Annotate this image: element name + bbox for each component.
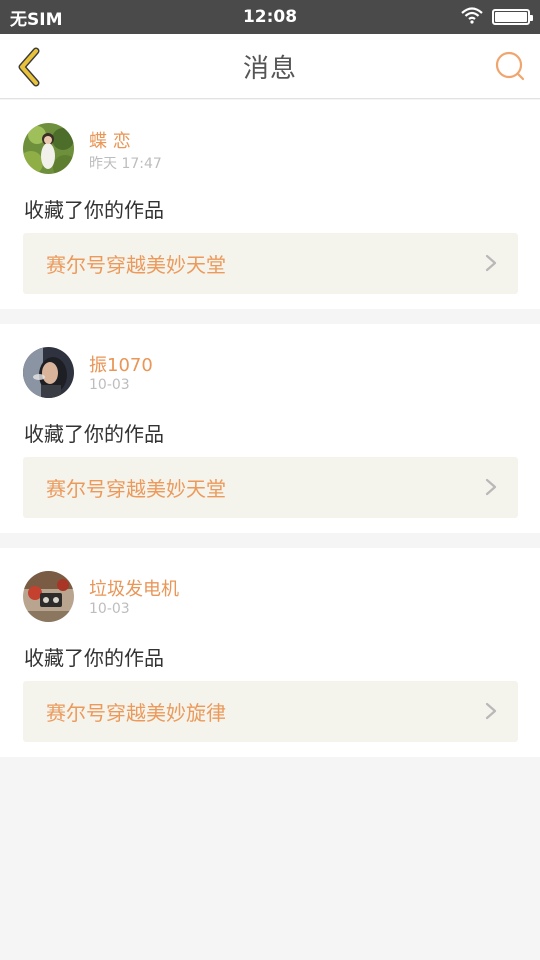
list-item[interactable]: 蝶 恋 昨天 17:47 收藏了你的作品 赛尔号穿越美妙天堂 [0, 100, 540, 309]
list-item[interactable]: 垃圾发电机 10-03 收藏了你的作品 赛尔号穿越美妙旋律 [0, 548, 540, 757]
work-link[interactable]: 赛尔号穿越美妙天堂 [23, 457, 518, 518]
app-header: 消息 [0, 34, 540, 99]
wifi-icon [460, 6, 484, 29]
timestamp: 10-03 [89, 601, 130, 617]
list-item[interactable]: 振1070 10-03 收藏了你的作品 赛尔号穿越美妙天堂 [0, 324, 540, 533]
avatar[interactable] [23, 571, 74, 622]
chevron-right-icon [485, 254, 497, 272]
battery-icon [492, 9, 533, 25]
chevron-left-icon [18, 47, 40, 87]
work-title: 赛尔号穿越美妙天堂 [46, 253, 226, 277]
status-bar: 无SIM 12:08 [0, 0, 540, 34]
search-icon [495, 51, 525, 81]
work-title: 赛尔号穿越美妙旋律 [46, 701, 226, 725]
chevron-right-icon [485, 478, 497, 496]
timestamp: 10-03 [89, 377, 130, 393]
page-title: 消息 [242, 53, 297, 84]
work-title: 赛尔号穿越美妙天堂 [46, 477, 226, 501]
back-button[interactable] [10, 46, 50, 88]
chevron-right-icon [485, 702, 497, 720]
user-name[interactable]: 蝶 恋 [89, 127, 131, 153]
carrier-label: 无SIM [10, 9, 63, 30]
message-text: 收藏了你的作品 [24, 422, 164, 446]
message-list: 蝶 恋 昨天 17:47 收藏了你的作品 赛尔号穿越美妙天堂 振1070 10-… [0, 100, 540, 772]
search-button[interactable] [492, 48, 528, 84]
status-icons [460, 6, 533, 29]
user-name[interactable]: 垃圾发电机 [89, 575, 179, 601]
message-text: 收藏了你的作品 [24, 646, 164, 670]
work-link[interactable]: 赛尔号穿越美妙旋律 [23, 681, 518, 742]
message-text: 收藏了你的作品 [24, 198, 164, 222]
timestamp: 昨天 17:47 [89, 156, 162, 172]
work-link[interactable]: 赛尔号穿越美妙天堂 [23, 233, 518, 294]
user-name[interactable]: 振1070 [89, 351, 153, 377]
battery-fill [495, 12, 527, 22]
avatar[interactable] [23, 347, 74, 398]
avatar[interactable] [23, 123, 74, 174]
